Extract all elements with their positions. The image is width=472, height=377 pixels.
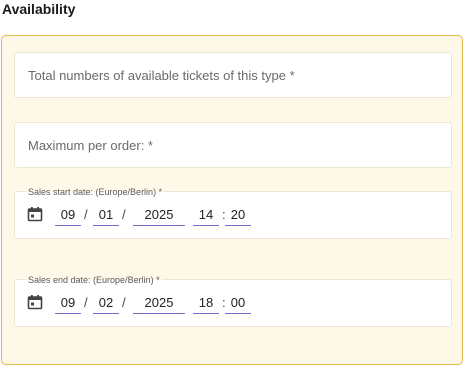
total-tickets-field[interactable]: Total numbers of available tickets of th… <box>14 52 452 98</box>
date-separator: / <box>122 295 126 310</box>
sales-end-date-label: Sales end date: (Europe/Berlin) * <box>26 275 162 285</box>
sales-end-hour[interactable]: 18 <box>193 293 219 314</box>
availability-panel: Total numbers of available tickets of th… <box>1 35 463 365</box>
sales-start-minute[interactable]: 20 <box>225 205 251 226</box>
sales-start-date-field: Sales start date: (Europe/Berlin) * 09 /… <box>14 187 452 239</box>
max-per-order-placeholder: Maximum per order: * <box>28 138 153 153</box>
calendar-icon[interactable] <box>27 294 43 310</box>
date-separator: / <box>84 207 88 222</box>
section-title: Availability <box>2 1 76 17</box>
calendar-icon[interactable] <box>27 206 43 222</box>
sales-start-year[interactable]: 2025 <box>133 205 185 226</box>
sales-start-month[interactable]: 09 <box>55 205 81 226</box>
sales-start-hour[interactable]: 14 <box>193 205 219 226</box>
sales-start-day[interactable]: 01 <box>93 205 119 226</box>
sales-end-month[interactable]: 09 <box>55 293 81 314</box>
sales-end-day[interactable]: 02 <box>93 293 119 314</box>
sales-start-date-label: Sales start date: (Europe/Berlin) * <box>26 187 165 197</box>
total-tickets-placeholder: Total numbers of available tickets of th… <box>28 68 295 83</box>
sales-end-minute[interactable]: 00 <box>225 293 251 314</box>
sales-end-date-field: Sales end date: (Europe/Berlin) * 09 / 0… <box>14 275 452 327</box>
max-per-order-field[interactable]: Maximum per order: * <box>14 122 452 168</box>
sales-end-year[interactable]: 2025 <box>133 293 185 314</box>
date-separator: / <box>84 295 88 310</box>
date-separator: / <box>122 207 126 222</box>
